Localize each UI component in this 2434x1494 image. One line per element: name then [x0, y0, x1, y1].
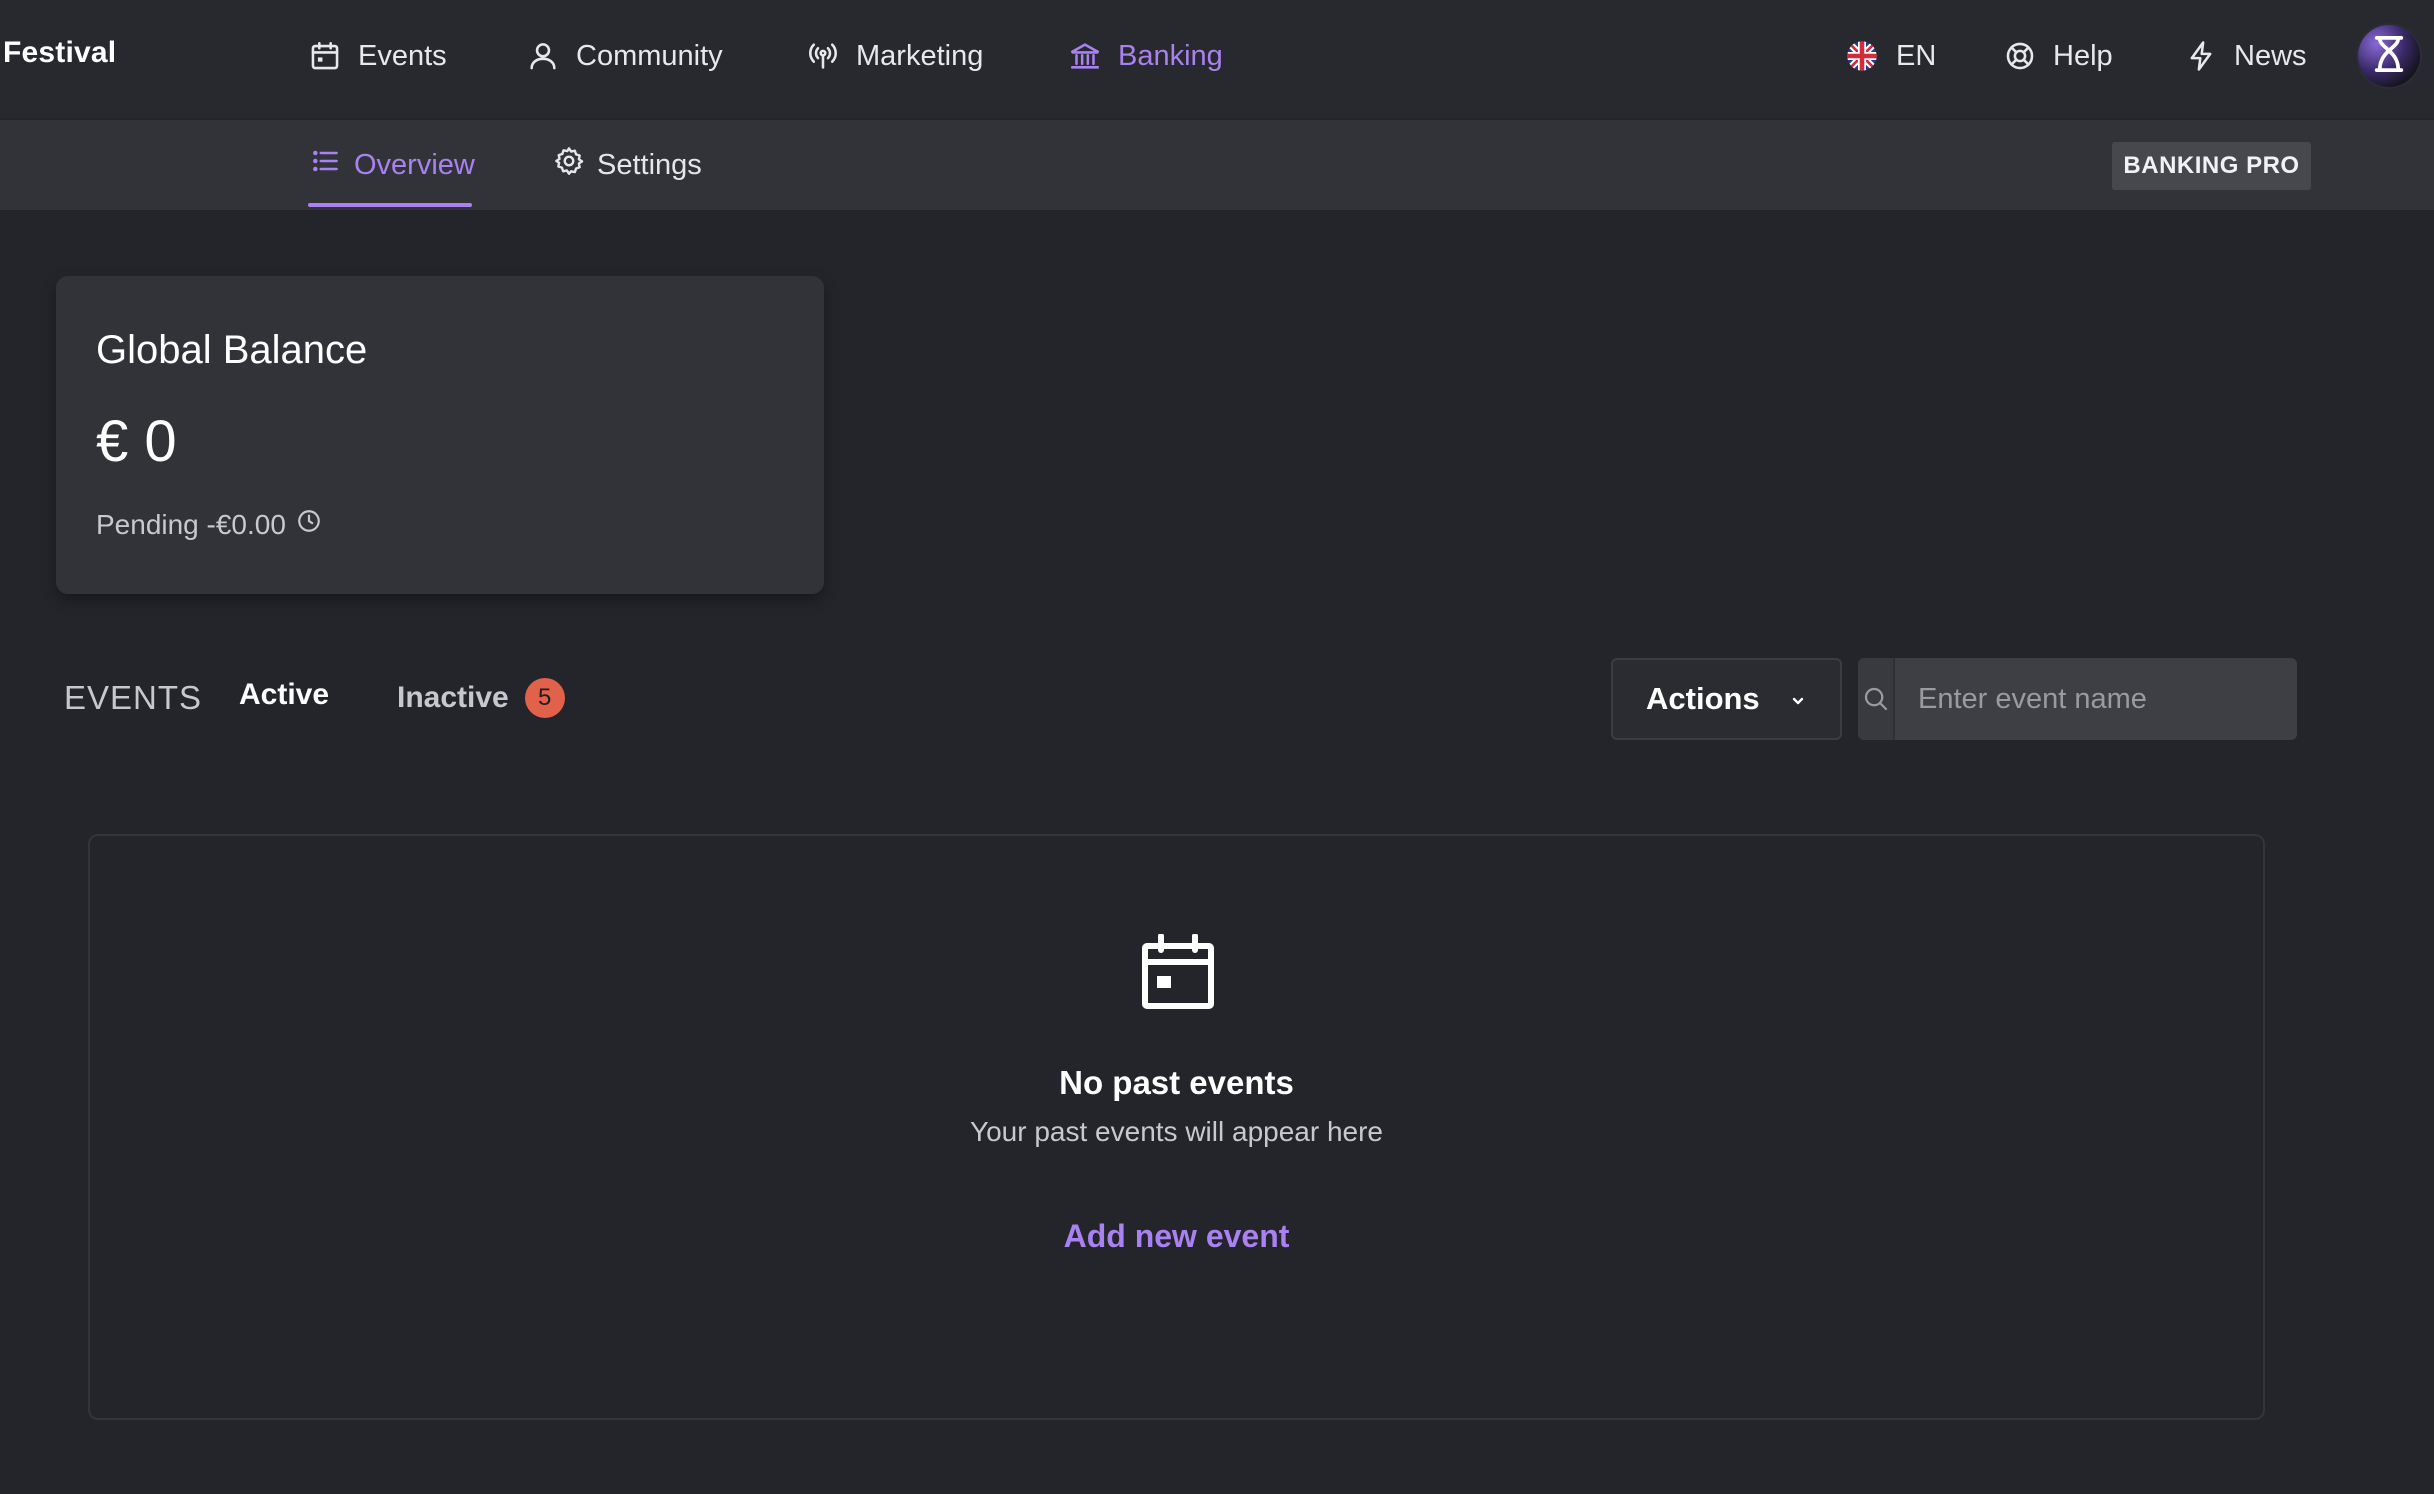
list-icon: [310, 145, 342, 185]
tab-label: Inactive: [397, 681, 509, 714]
events-section-label: EVENTS: [64, 679, 203, 716]
hourglass-icon: [2370, 34, 2408, 79]
tab-inactive-events[interactable]: Inactive 5: [397, 678, 565, 718]
nav-item-label: Community: [576, 39, 723, 72]
calendar-icon: [1141, 933, 1215, 1010]
broadcast-icon: [806, 39, 840, 73]
clock-icon[interactable]: [296, 508, 322, 541]
tab-overview[interactable]: Overview: [310, 142, 475, 188]
gear-icon: [553, 145, 585, 185]
top-navigation-bar: Festival Events Community Marketing Bank…: [0, 0, 2434, 118]
inactive-count-badge: 5: [524, 678, 565, 718]
add-new-event-link[interactable]: Add new event: [90, 1218, 2263, 1255]
actions-dropdown-button[interactable]: Actions: [1611, 658, 1842, 740]
help-label: Help: [2053, 39, 2113, 72]
sub-navigation-bar: Overview Settings BANKING PRO: [0, 120, 2434, 210]
global-balance-card: Global Balance € 0 Pending -€0.00: [56, 276, 824, 594]
actions-label: Actions: [1646, 681, 1760, 716]
empty-events-panel: No past events Your past events will app…: [88, 834, 2265, 1420]
uk-flag-icon: [1846, 40, 1878, 72]
news-link[interactable]: News: [2184, 30, 2307, 82]
empty-state-title: No past events: [1059, 1064, 1294, 1101]
balance-title: Global Balance: [96, 328, 368, 372]
pending-label: Pending -€0.00: [96, 508, 286, 540]
event-search-input[interactable]: [1895, 658, 2297, 740]
brand-name[interactable]: Festival: [3, 36, 116, 70]
pending-amount: Pending -€0.00: [96, 508, 322, 541]
help-link[interactable]: Help: [2003, 30, 2113, 82]
add-new-event-label[interactable]: Add new event: [1064, 1218, 1290, 1254]
chevron-down-icon: [1790, 681, 1806, 717]
language-selector[interactable]: EN: [1846, 30, 1936, 82]
nav-item-marketing[interactable]: Marketing: [806, 30, 983, 82]
language-label: EN: [1896, 39, 1937, 72]
tab-label: Settings: [597, 148, 702, 181]
active-tab-indicator: [308, 203, 472, 207]
lightning-icon: [2184, 39, 2218, 73]
nav-item-community[interactable]: Community: [526, 30, 723, 82]
nav-item-banking[interactable]: Banking: [1068, 30, 1223, 82]
plan-badge: BANKING PRO: [2112, 142, 2311, 190]
bank-icon: [1068, 39, 1102, 73]
news-label: News: [2234, 39, 2307, 72]
balance-amount: € 0: [96, 409, 177, 474]
nav-item-label: Events: [358, 39, 447, 72]
empty-state-subtitle: Your past events will appear here: [970, 1116, 1383, 1147]
nav-item-label: Marketing: [856, 39, 984, 72]
lifebuoy-icon: [2003, 39, 2037, 73]
search-icon: [1858, 658, 1895, 740]
user-avatar[interactable]: [2358, 25, 2420, 87]
user-icon: [526, 39, 560, 73]
tab-settings[interactable]: Settings: [553, 142, 702, 188]
calendar-icon: [308, 39, 342, 73]
event-search: [1858, 658, 2297, 740]
nav-item-label: Banking: [1118, 39, 1223, 72]
tab-active-events[interactable]: Active: [239, 678, 329, 712]
nav-item-events[interactable]: Events: [308, 30, 447, 82]
tab-label: Overview: [354, 148, 475, 181]
